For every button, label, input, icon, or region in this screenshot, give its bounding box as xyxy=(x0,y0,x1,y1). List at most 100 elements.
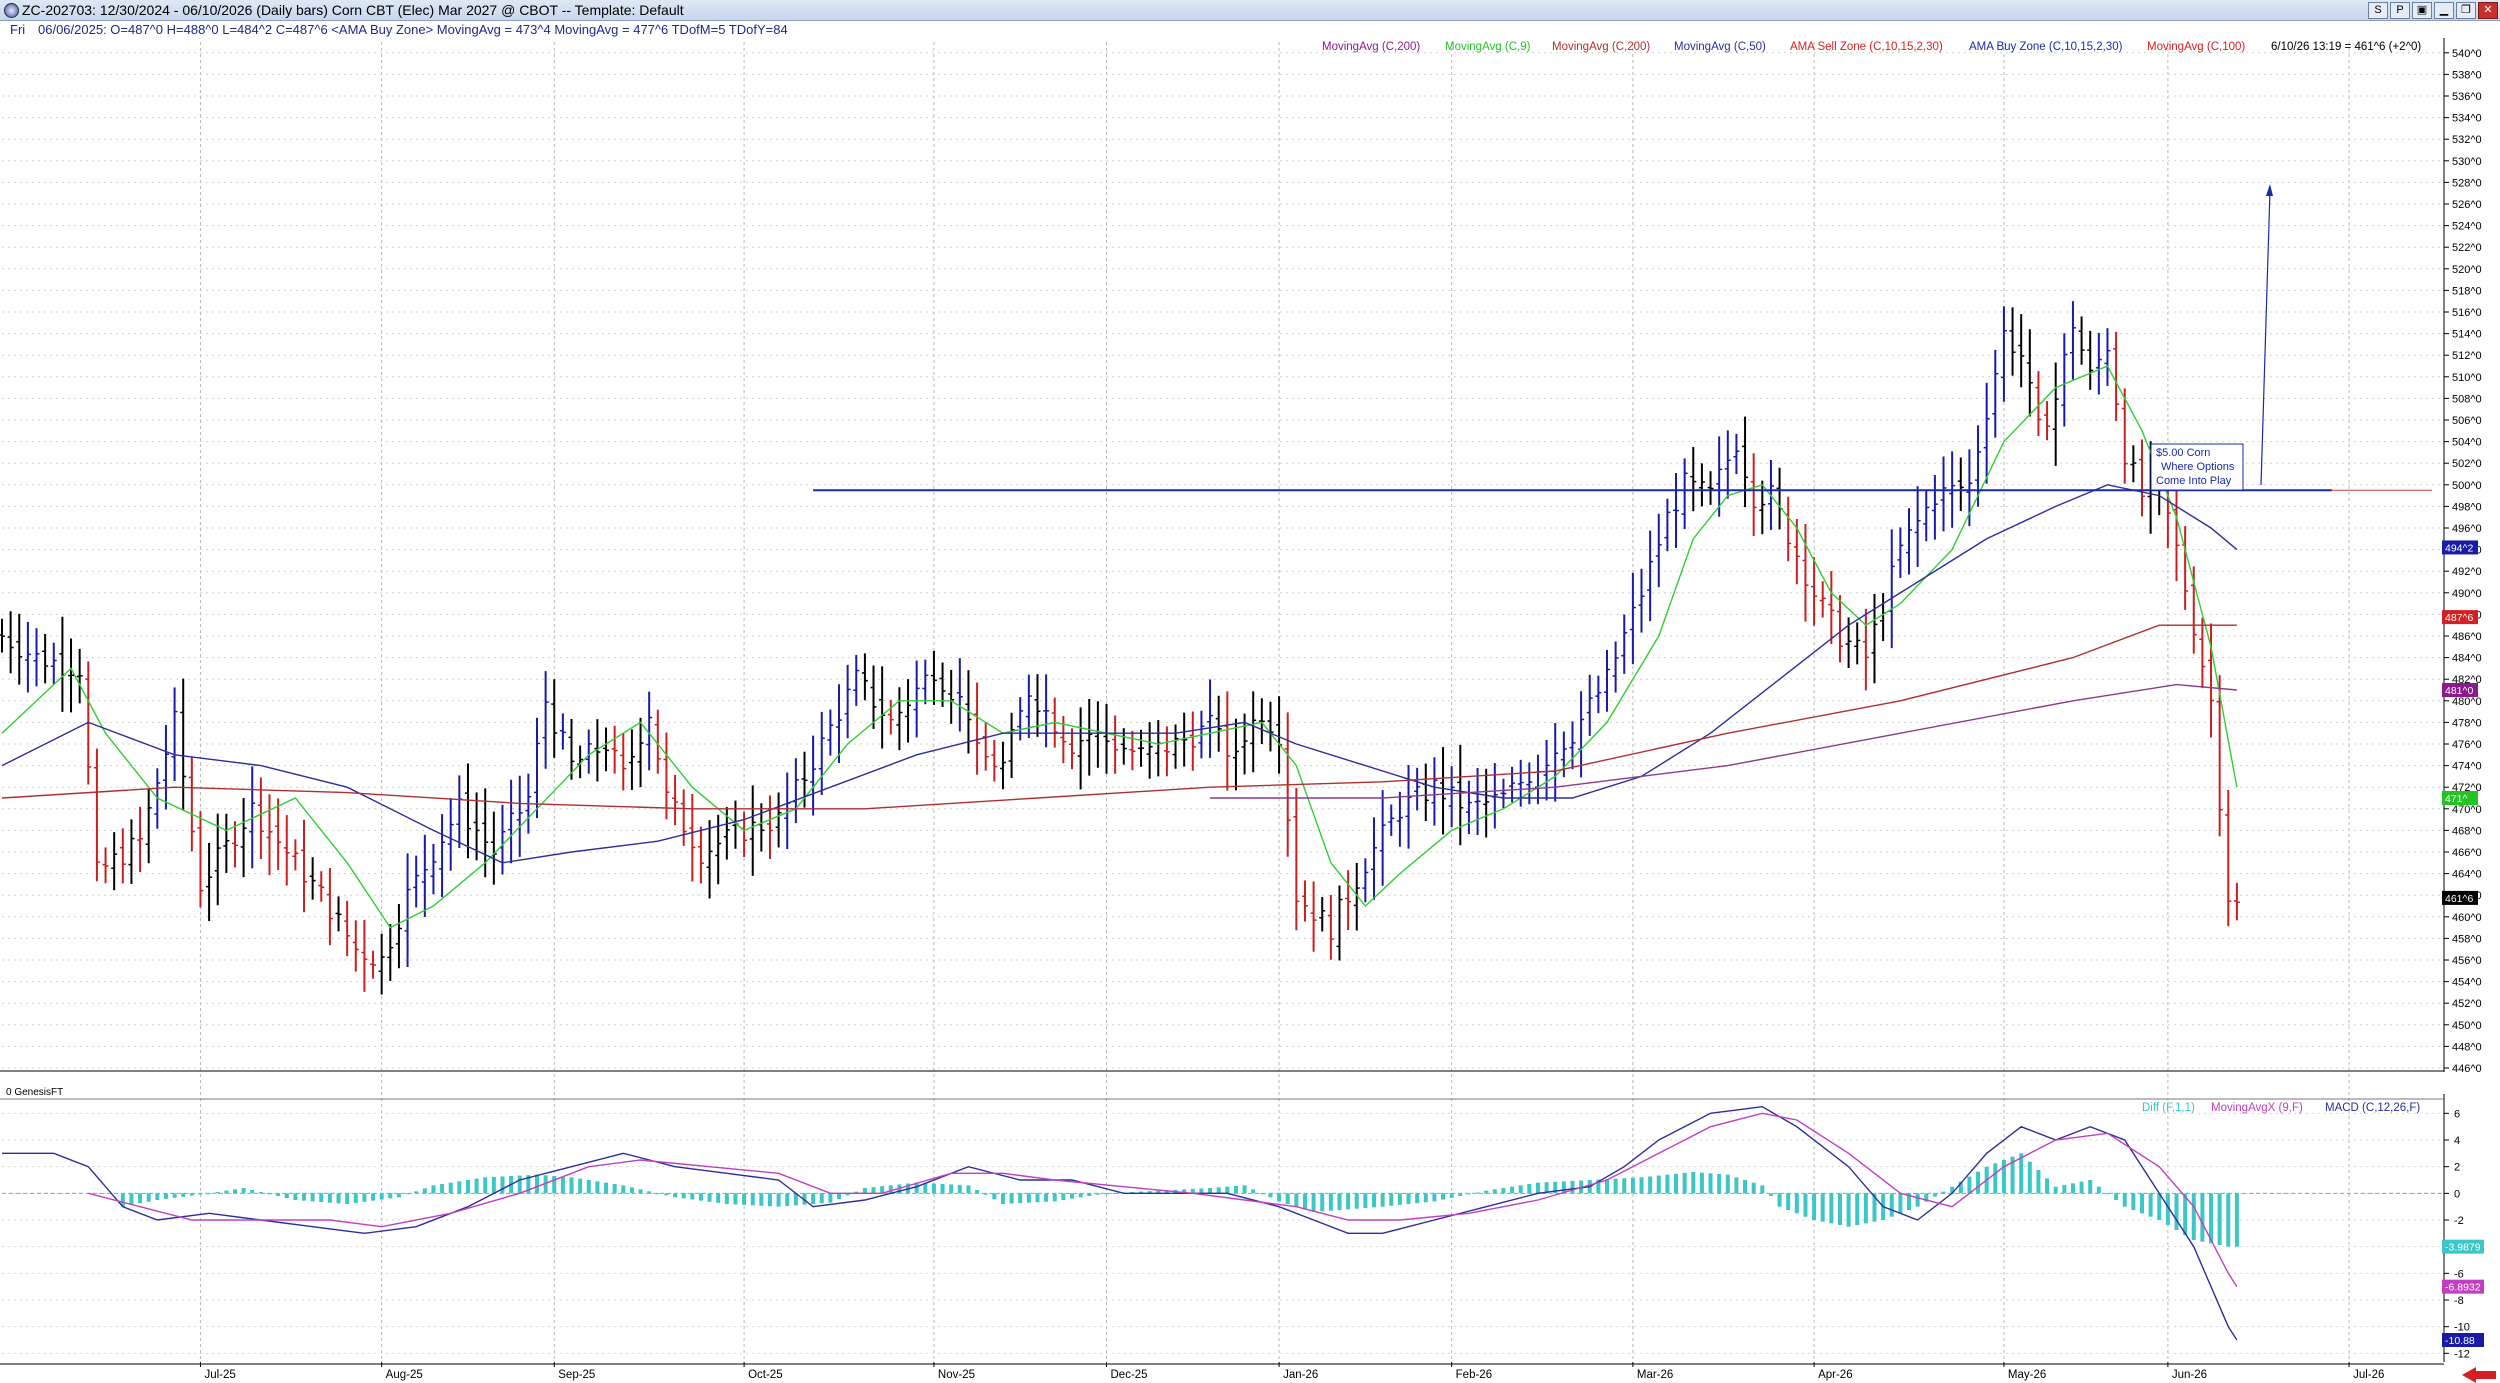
histogram-bar xyxy=(1492,1189,1497,1194)
histogram-bar xyxy=(1018,1193,1023,1204)
histogram-bar xyxy=(310,1193,315,1202)
indicator-legend-item: MovingAvgX (9,F) xyxy=(2211,1102,2303,1114)
histogram-bar xyxy=(431,1185,436,1194)
histogram-bar xyxy=(327,1193,332,1203)
histogram-bar xyxy=(1527,1184,1532,1194)
histogram-bar xyxy=(1208,1188,1213,1194)
macd-tick-label: -10 xyxy=(2454,1322,2470,1334)
s-button[interactable]: S xyxy=(2368,2,2388,19)
histogram-bar xyxy=(534,1174,539,1194)
histogram-bar xyxy=(1656,1175,1661,1194)
x-tick-label: Dec-25 xyxy=(1111,1369,1148,1381)
price-tick-label: 502^0 xyxy=(2452,458,2482,470)
histogram-bar xyxy=(1941,1191,1946,1194)
histogram-bar xyxy=(172,1193,177,1198)
histogram-bar xyxy=(1044,1193,1049,1202)
histogram-bar xyxy=(215,1192,220,1194)
histogram-bar xyxy=(1458,1193,1463,1196)
macd-tick-label: -12 xyxy=(2454,1348,2470,1360)
histogram-bar xyxy=(1794,1193,1799,1214)
histogram-bar xyxy=(1078,1193,1083,1198)
histogram-bar xyxy=(362,1193,367,1202)
price-chart[interactable]: 446^0 448^0 450^0 452^0 454^0 456^0 458^0 460^0… xyxy=(0,38,2500,1383)
histogram-bar xyxy=(2183,1193,2188,1235)
histogram-bar xyxy=(1691,1172,1696,1194)
x-tick-label: Jan-26 xyxy=(1283,1369,1318,1381)
histogram-bar xyxy=(232,1189,237,1194)
histogram-bar xyxy=(664,1193,669,1196)
histogram-bar xyxy=(655,1193,660,1195)
histogram-bar xyxy=(138,1193,143,1204)
macd-tick-label: 6 xyxy=(2454,1108,2460,1120)
histogram-bar xyxy=(181,1193,186,1197)
histogram-bar xyxy=(1069,1193,1074,1199)
x-tick-label: Jul-26 xyxy=(2353,1369,2384,1381)
tools-button[interactable]: ▣ xyxy=(2412,2,2432,19)
price-tick-label: 522^0 xyxy=(2452,242,2482,254)
price-tick-label: 536^0 xyxy=(2452,91,2482,103)
price-tick-label: 454^0 xyxy=(2452,977,2482,989)
histogram-bar xyxy=(837,1193,842,1199)
histogram-bar xyxy=(629,1187,634,1194)
histogram-bar xyxy=(2070,1183,2075,1194)
close-button[interactable]: ✕ xyxy=(2478,2,2498,19)
histogram-bar xyxy=(1674,1173,1679,1194)
histogram-bar xyxy=(1389,1193,1394,1206)
histogram-bar xyxy=(1285,1193,1290,1204)
price-tick-label: 540^0 xyxy=(2452,48,2482,60)
histogram-bar xyxy=(1604,1179,1609,1194)
histogram-bar xyxy=(1501,1188,1506,1194)
histogram-bar xyxy=(1889,1193,1894,1217)
histogram-bar xyxy=(569,1177,574,1194)
histogram-bar xyxy=(560,1176,565,1194)
histogram-bar xyxy=(129,1193,134,1205)
window-title: ZC-202703: 12/30/2024 - 06/10/2026 (Dail… xyxy=(22,2,684,18)
histogram-bar xyxy=(1768,1193,1773,1196)
histogram-bar xyxy=(2036,1170,2041,1194)
histogram-bar xyxy=(1622,1178,1627,1194)
histogram-bar xyxy=(673,1193,678,1198)
annotation-line: Where Options xyxy=(2161,461,2235,473)
histogram-bar xyxy=(1432,1193,1437,1202)
histogram-bar xyxy=(1760,1185,1765,1194)
histogram-bar xyxy=(1484,1190,1489,1194)
histogram-bar xyxy=(2027,1161,2032,1194)
histogram-bar xyxy=(750,1193,755,1206)
histogram-bar xyxy=(767,1193,772,1207)
histogram-bar xyxy=(388,1193,393,1199)
price-tick-label: 452^0 xyxy=(2452,998,2482,1010)
info-ohlc: 06/06/2025: O=487^0 H=488^0 L=484^2 C=48… xyxy=(38,22,788,37)
histogram-bar xyxy=(1475,1192,1480,1194)
x-tick-label: Jun-26 xyxy=(2172,1369,2207,1381)
histogram-bar xyxy=(302,1193,307,1201)
price-tick-label: 480^0 xyxy=(2452,696,2482,708)
price-tick-label: 526^0 xyxy=(2452,199,2482,211)
minimize-button[interactable]: ▁ xyxy=(2434,2,2454,19)
price-tick-label: 490^0 xyxy=(2452,588,2482,600)
histogram-bar xyxy=(198,1193,203,1195)
p-button[interactable]: P xyxy=(2390,2,2410,19)
histogram-bar xyxy=(371,1193,376,1201)
price-marker-label: 461^6 xyxy=(2445,893,2473,905)
histogram-bar xyxy=(595,1181,600,1194)
histogram-bar xyxy=(1294,1193,1299,1207)
price-tick-label: 446^0 xyxy=(2452,1063,2482,1075)
histogram-bar xyxy=(1113,1192,1118,1194)
annotation[interactable]: $5.00 Corn Where Options Come Into Play xyxy=(2150,443,2244,491)
histogram-bar xyxy=(2114,1193,2119,1200)
x-tick-label: Mar-26 xyxy=(1637,1369,1673,1381)
maximize-button[interactable]: ❐ xyxy=(2456,2,2476,19)
histogram-bar xyxy=(1786,1193,1791,1210)
histogram-bar xyxy=(1743,1180,1748,1194)
histogram-bar xyxy=(1320,1193,1325,1212)
histogram-bar xyxy=(2174,1193,2179,1230)
histogram-bar xyxy=(1932,1193,1937,1197)
histogram-bar xyxy=(1518,1185,1523,1194)
histogram-bar xyxy=(1803,1193,1808,1217)
price-tick-label: 510^0 xyxy=(2452,372,2482,384)
histogram-bar xyxy=(1993,1163,1998,1194)
indicator-legend-item: Diff (F,1,1) xyxy=(2142,1102,2195,1114)
x-tick-label: Apr-26 xyxy=(1818,1369,1853,1381)
histogram-bar xyxy=(1363,1193,1368,1208)
price-tick-label: 516^0 xyxy=(2452,307,2482,319)
